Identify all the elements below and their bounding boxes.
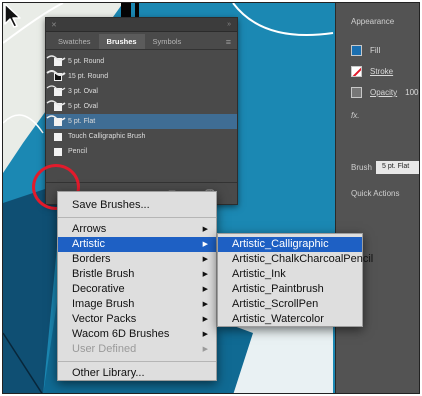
brush-item[interactable]: 15 pt. Round [46, 69, 237, 84]
brush-item[interactable]: Pencil [46, 144, 237, 159]
brush-item-selected[interactable]: 5 pt. Flat [46, 114, 237, 129]
submenu-arrow-icon: ▶ [202, 241, 208, 248]
quick-actions-heading: Quick Actions [351, 189, 400, 198]
brush-item[interactable]: Touch Calligraphic Brush [46, 129, 237, 144]
submenu-arrow-icon: ▶ [202, 301, 208, 308]
menu-item-save-brushes[interactable]: Save Brushes... [58, 198, 216, 213]
calligraphic-brush-icon [54, 132, 62, 141]
brush-stroke-preview-icon [46, 55, 66, 61]
submenu-arrow-icon: ▶ [202, 271, 208, 278]
brush-item-label: 5 pt. Round [68, 58, 105, 65]
brush-stroke-preview-icon [46, 100, 66, 106]
menu-item-wacom-6d-brushes[interactable]: Wacom 6D Brushes ▶ [58, 327, 216, 342]
submenu-item-artistic-scrollpen[interactable]: Artistic_ScrollPen [218, 297, 362, 312]
submenu-arrow-icon: ▶ [202, 286, 208, 293]
stroke-none-swatch[interactable] [351, 66, 362, 77]
menu-item-user-defined: User Defined ▶ [58, 342, 216, 357]
menu-item-label: Image Brush [72, 298, 135, 310]
close-icon[interactable]: ✕ [51, 21, 57, 29]
appearance-heading: Appearance [351, 17, 395, 26]
menu-item-decorative[interactable]: Decorative ▶ [58, 282, 216, 297]
brush-item[interactable]: 5 pt. Round [46, 54, 237, 69]
menu-item-other-library[interactable]: Other Library... [58, 366, 216, 381]
menu-item-arrows[interactable]: Arrows ▶ [58, 222, 216, 237]
menu-item-label: Arrows [72, 223, 107, 235]
collapse-icon[interactable]: » [227, 21, 231, 28]
tab-brushes[interactable]: Brushes [98, 34, 145, 49]
submenu-arrow-icon: ▶ [202, 226, 208, 233]
tab-symbols[interactable]: Symbols [145, 34, 190, 49]
submenu-item-artistic-calligraphic[interactable]: Artistic_Calligraphic [218, 237, 362, 252]
brush-item-label: Pencil [68, 148, 88, 155]
brush-stroke-preview-icon [46, 115, 66, 121]
screenshot-frame: Appearance Fill Stroke Opacity 100 fx. B… [2, 2, 420, 394]
artistic-submenu: Artistic_Calligraphic Artistic_ChalkChar… [217, 233, 373, 327]
menu-item-bristle-brush[interactable]: Bristle Brush ▶ [58, 267, 216, 282]
fill-row[interactable]: Fill [351, 45, 380, 56]
brush-item-label: 5 pt. Flat [68, 118, 96, 125]
menu-item-label: Wacom 6D Brushes [72, 328, 170, 340]
brush-dropdown[interactable]: 5 pt. Flat [376, 161, 419, 174]
brush-item-label: 3 pt. Oval [68, 88, 98, 95]
brush-stroke-preview-icon [46, 70, 66, 76]
stroke-label[interactable]: Stroke [370, 67, 393, 76]
submenu-item-artistic-watercolor[interactable]: Artistic_Watercolor [218, 312, 362, 327]
brush-list: 5 pt. Round 15 pt. Round 3 pt. Oval 5 pt… [46, 50, 237, 159]
brush-item-label: 5 pt. Oval [68, 103, 98, 110]
pencil-brush-icon [54, 147, 62, 156]
submenu-item-artistic-chalkcharcoalpencil[interactable]: Artistic_ChalkCharcoalPencil [218, 252, 373, 267]
artboard-canvas: Appearance Fill Stroke Opacity 100 fx. B… [3, 3, 419, 393]
menu-item-label: Borders [72, 253, 111, 265]
submenu-arrow-icon: ▶ [202, 346, 208, 353]
panel-menu-icon[interactable]: ≡ [226, 37, 231, 47]
fill-swatch[interactable] [351, 45, 362, 56]
tab-swatches[interactable]: Swatches [50, 34, 99, 49]
brush-item[interactable]: 3 pt. Oval [46, 84, 237, 99]
menu-item-label: User Defined [72, 343, 137, 355]
menu-item-artistic[interactable]: Artistic ▶ [58, 237, 216, 252]
brush-item-label: 15 pt. Round [68, 73, 109, 80]
menu-item-label: Bristle Brush [72, 268, 135, 280]
fx-icon[interactable]: fx. [351, 111, 359, 120]
menu-separator [58, 217, 216, 218]
brush-item[interactable]: 5 pt. Oval [46, 99, 237, 114]
opacity-label[interactable]: Opacity [370, 88, 397, 97]
brush-label: Brush [351, 163, 372, 172]
submenu-item-artistic-ink[interactable]: Artistic_Ink [218, 267, 362, 282]
submenu-arrow-icon: ▶ [202, 316, 208, 323]
menu-item-vector-packs[interactable]: Vector Packs ▶ [58, 312, 216, 327]
mouse-cursor-icon [4, 3, 21, 28]
opacity-value[interactable]: 100 [405, 88, 418, 97]
stroke-row[interactable]: Stroke [351, 66, 393, 77]
brush-stroke-preview-icon [46, 85, 66, 91]
submenu-arrow-icon: ▶ [202, 256, 208, 263]
menu-item-image-brush[interactable]: Image Brush ▶ [58, 297, 216, 312]
panel-tabs: Swatches Brushes Symbols ≡ [46, 32, 237, 50]
brush-item-label: Touch Calligraphic Brush [68, 133, 146, 140]
fill-label: Fill [370, 46, 381, 55]
menu-item-label: Vector Packs [72, 313, 137, 325]
submenu-item-artistic-paintbrush[interactable]: Artistic_Paintbrush [218, 282, 362, 297]
panel-titlebar[interactable]: ✕ » [46, 18, 237, 32]
brush-libraries-menu: Save Brushes... Arrows ▶ Artistic ▶ Border… [57, 191, 217, 381]
opacity-icon [351, 87, 362, 98]
opacity-row[interactable]: Opacity 100 [351, 87, 418, 98]
submenu-arrow-icon: ▶ [202, 331, 208, 338]
menu-separator [58, 361, 216, 362]
menu-item-label: Decorative [72, 283, 125, 295]
menu-item-borders[interactable]: Borders ▶ [58, 252, 216, 267]
properties-panel: Appearance Fill Stroke Opacity 100 fx. B… [335, 3, 419, 393]
menu-item-label: Artistic [72, 238, 105, 250]
